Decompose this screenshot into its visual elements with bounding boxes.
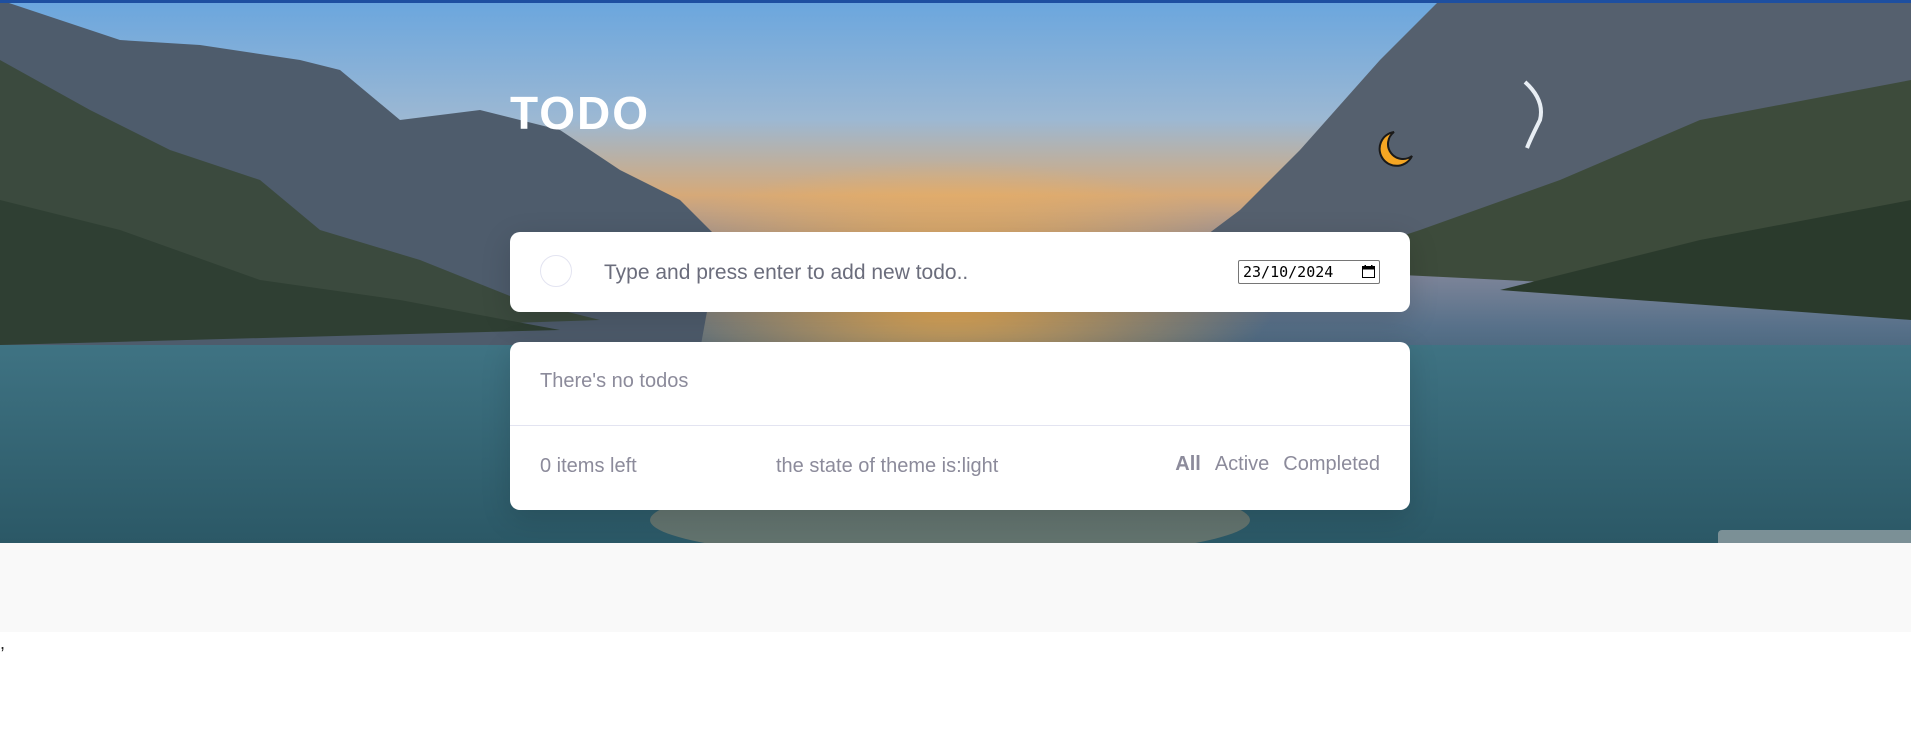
- new-todo-card: 23/10/2024: [510, 232, 1410, 312]
- todo-check-circle[interactable]: [540, 255, 572, 287]
- calendar-icon[interactable]: [1362, 265, 1375, 278]
- new-todo-input[interactable]: [602, 252, 1166, 294]
- filter-completed-button[interactable]: Completed: [1283, 453, 1380, 476]
- items-left-count: 0 items left: [540, 455, 637, 477]
- stray-text: ,: [0, 633, 6, 653]
- empty-list-message: There's no todos: [540, 370, 689, 392]
- theme-state-text: the state of theme is:light: [776, 455, 999, 477]
- list-divider: [510, 425, 1410, 426]
- moon-icon: [1378, 131, 1413, 167]
- app-title: TODO: [510, 87, 651, 139]
- due-date-input[interactable]: 23/10/2024: [1238, 260, 1380, 284]
- filter-active-button[interactable]: Active: [1215, 453, 1269, 476]
- page-gray-band: [0, 543, 1911, 632]
- todo-list-card: There's no todos 0 items left the state …: [510, 342, 1410, 510]
- filter-group: All Active Completed: [1175, 453, 1380, 476]
- top-accent-bar: [0, 0, 1911, 3]
- wallpaper-watermark: [1718, 530, 1911, 543]
- filter-all-button[interactable]: All: [1175, 453, 1201, 476]
- theme-toggle-button[interactable]: [1370, 126, 1416, 172]
- due-date-value: 23/10/2024: [1243, 263, 1334, 281]
